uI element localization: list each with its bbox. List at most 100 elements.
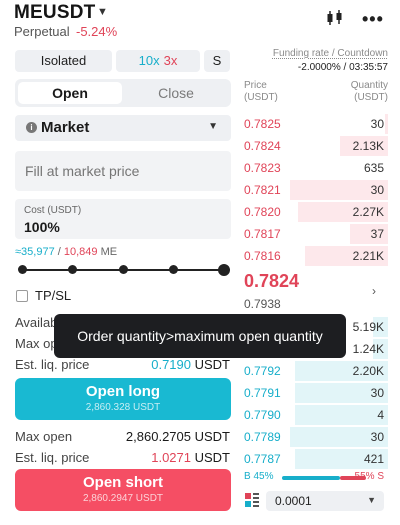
est-liq-long-number: 0.7190: [151, 357, 191, 372]
bid-depth-bar: [295, 405, 388, 425]
ask-qty: 37: [370, 227, 384, 241]
cost-label: Cost (USDT): [24, 205, 82, 216]
ask-price: 0.7820: [244, 205, 281, 219]
ask-qty: 2.21K: [352, 249, 384, 263]
leverage-long-value: 10x: [138, 53, 160, 68]
bid-qty: 5.19K: [352, 320, 384, 334]
order-type-label: Market: [41, 119, 90, 136]
ask-row[interactable]: 0.7824 2.13K: [238, 135, 388, 157]
funding-rate-label[interactable]: Funding rate / Countdown: [273, 48, 388, 59]
open-close-tabs: Open Close: [15, 79, 231, 107]
bid-qty: 30: [370, 386, 384, 400]
info-icon[interactable]: i: [26, 122, 37, 133]
est-liq-short-number: 1.0271: [151, 450, 191, 465]
est-liq-long-value: 0.7190 USDT: [151, 357, 230, 372]
ask-qty: 2.27K: [352, 205, 384, 219]
ask-row[interactable]: 0.7821 30: [238, 179, 388, 201]
pair-title[interactable]: MEUSDT: [14, 2, 95, 24]
est-liq-short-label: Est. liq. price: [15, 450, 90, 465]
available-unit: ME: [97, 246, 118, 258]
available-label: Availab: [15, 315, 58, 330]
slider-step-0[interactable]: [18, 265, 27, 274]
bid-qty: 1.24K: [352, 342, 384, 356]
leverage-button[interactable]: 10x 3x: [116, 50, 200, 72]
open-long-button[interactable]: Open long 2,860.328 USDT: [15, 378, 231, 420]
tab-open[interactable]: Open: [18, 82, 122, 104]
margin-mode-button[interactable]: Isolated: [15, 50, 112, 72]
available-quantity: ≈35,977 / 10,849 ME: [15, 246, 117, 258]
tab-close[interactable]: Close: [124, 82, 228, 104]
error-toast: Order quantity>maximum open quantity: [54, 314, 346, 358]
slider-step-75[interactable]: [169, 265, 178, 274]
last-price[interactable]: 0.7824: [244, 271, 299, 292]
order-type-select[interactable]: i Market ▼: [15, 115, 231, 141]
available-separator: /: [54, 246, 64, 258]
ask-qty: 635: [363, 161, 384, 175]
max-open-short-value: 2,860.2705 USDT: [125, 429, 230, 444]
open-long-label: Open long: [85, 383, 161, 400]
available-long-qty: 35,977: [21, 246, 55, 258]
ask-price: 0.7823: [244, 161, 281, 175]
mark-price: 0.7938: [244, 297, 281, 311]
candlestick-icon[interactable]: [326, 10, 344, 26]
bid-price: 0.7792: [244, 364, 281, 378]
ask-price: 0.7817: [244, 227, 281, 241]
depth-layout-icon[interactable]: [245, 493, 259, 507]
orderbook-qty-header: Quantity (USDT): [351, 80, 388, 104]
open-short-amount: 2,860.2947 USDT: [82, 493, 164, 504]
cost-value: 100%: [24, 219, 60, 235]
bid-row[interactable]: 0.7792 2.20K: [238, 360, 388, 382]
qty-header-line1: Quantity: [350, 80, 388, 91]
est-liq-long-label: Est. liq. price: [15, 357, 90, 372]
ask-qty: 30: [370, 183, 384, 197]
bid-row[interactable]: 0.7789 30: [238, 426, 388, 448]
ask-qty: 30: [370, 117, 384, 131]
slider-step-50[interactable]: [119, 265, 128, 274]
position-mode-button[interactable]: S: [204, 50, 230, 72]
ask-row[interactable]: 0.7817 37: [238, 223, 388, 245]
ask-qty: 2.13K: [352, 139, 384, 153]
more-icon[interactable]: •••: [362, 9, 384, 30]
ask-price: 0.7816: [244, 249, 281, 263]
buy-ratio-bar: [282, 476, 340, 480]
open-long-amount: 2,860.328 USDT: [85, 402, 161, 413]
ask-row[interactable]: 0.7823 635: [238, 157, 388, 179]
leverage-short-value: 3x: [163, 53, 178, 68]
buy-sell-ratio: B 45% 55% S: [238, 471, 388, 485]
bid-qty: 2.20K: [352, 364, 384, 378]
open-short-button[interactable]: Open short 2,860.2947 USDT: [15, 469, 231, 511]
ask-price: 0.7824: [244, 139, 281, 153]
tpsl-label[interactable]: TP/SL: [35, 288, 71, 303]
available-short-qty: 10,849: [63, 246, 98, 258]
tpsl-checkbox[interactable]: [16, 290, 28, 302]
chevron-right-icon[interactable]: ›: [372, 284, 376, 298]
bid-row[interactable]: 0.7791 30: [238, 382, 388, 404]
precision-value: 0.0001: [275, 494, 312, 508]
est-liq-short-value: 1.0271 USDT: [151, 450, 230, 465]
qty-header-line2: (USDT): [354, 92, 388, 103]
bid-row[interactable]: 0.7787 421: [238, 448, 388, 470]
slider-step-25[interactable]: [68, 265, 77, 274]
pair-dropdown-icon[interactable]: ▼: [97, 6, 108, 18]
price-input[interactable]: [15, 151, 231, 191]
max-open-long-label: Max op: [15, 336, 58, 351]
chevron-down-icon: ▼: [367, 495, 376, 505]
precision-select[interactable]: 0.0001 ▼: [266, 491, 384, 511]
ask-row[interactable]: 0.7825 30: [238, 113, 388, 135]
bid-row[interactable]: 0.7790 4: [238, 404, 388, 426]
price-change-badge: -5.24%: [76, 24, 118, 39]
cost-field[interactable]: Cost (USDT) 100%: [15, 199, 231, 239]
bid-price: 0.7790: [244, 408, 281, 422]
buy-ratio: B 45%: [244, 471, 274, 482]
price-header-line2: (USDT): [244, 92, 278, 103]
est-liq-short-unit: USDT: [191, 450, 230, 465]
slider-handle[interactable]: [218, 264, 230, 276]
sell-ratio: 55% S: [354, 471, 384, 482]
contract-type-label: Perpetual: [14, 24, 70, 39]
bid-price: 0.7791: [244, 386, 281, 400]
bid-qty: 4: [377, 408, 384, 422]
ask-row[interactable]: 0.7816 2.21K: [238, 245, 388, 267]
bid-qty: 30: [370, 430, 384, 444]
open-short-label: Open short: [82, 474, 163, 491]
ask-row[interactable]: 0.7820 2.27K: [238, 201, 388, 223]
